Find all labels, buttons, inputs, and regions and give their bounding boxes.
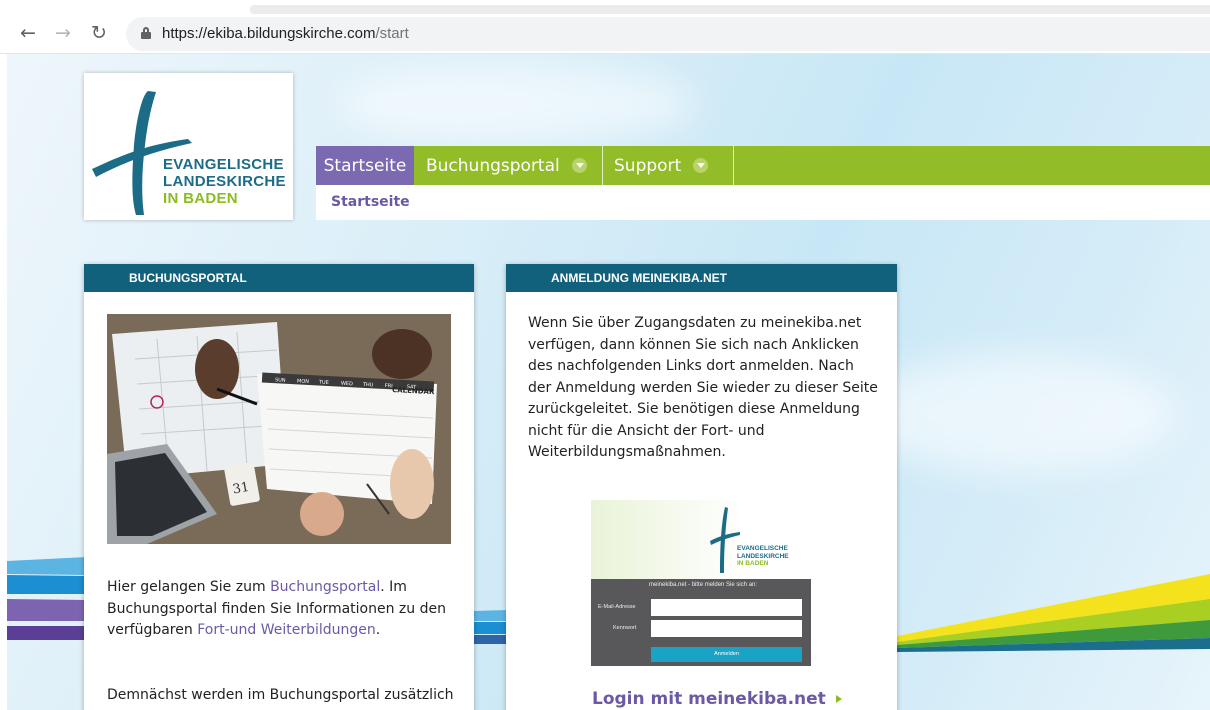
chevron-down-icon	[571, 158, 587, 173]
buchungsportal-link[interactable]: Buchungsportal	[270, 579, 380, 595]
buchungsportal-description: Hier gelangen Sie zum Buchungsportal. Im…	[107, 579, 446, 638]
tab-strip	[250, 5, 1210, 14]
login-link[interactable]: Login mit meinekiba.net	[592, 689, 842, 709]
desk-calendar-day: 31	[232, 480, 251, 498]
login-preview-image[interactable]: EVANGELISCHE LANDESKIRCHE IN BADEN meine…	[591, 500, 811, 666]
site-logo[interactable]: EVANGELISCHE LANDESKIRCHE IN BADEN	[84, 73, 293, 220]
preview-prompt: meinekiba.net - bitte melden Sie sich an…	[649, 582, 758, 588]
calendar-photo: CALENDAR SUN MON TUE WED THU FRI SAT 31	[107, 314, 451, 544]
preview-login-form: meinekiba.net - bitte melden Sie sich an…	[591, 579, 811, 666]
url-text[interactable]: https://ekiba.bildungskirche.com/start	[162, 25, 409, 42]
main-navigation: Startseite Buchungsportal Support	[316, 146, 1210, 185]
nav-item-buchungsportal[interactable]: Buchungsportal	[414, 146, 603, 185]
preview-login-button: Anmelden	[651, 647, 802, 662]
anmeldung-card: ANMELDUNG MEINEKIBA.NET Wenn Sie über Zu…	[506, 264, 897, 710]
breadcrumb-bar: Startseite	[316, 185, 1210, 220]
forward-arrow-icon[interactable]: →	[55, 22, 71, 44]
address-bar[interactable]: https://ekiba.bildungskirche.com/start	[126, 17, 1210, 51]
page-content: EVANGELISCHE LANDESKIRCHE IN BADEN Start…	[7, 54, 1210, 710]
back-arrow-icon[interactable]: ←	[20, 22, 36, 44]
svg-text:TUE: TUE	[318, 379, 329, 386]
svg-text:WED: WED	[341, 381, 353, 388]
nav-item-startseite[interactable]: Startseite	[316, 146, 414, 185]
preview-header	[591, 500, 811, 580]
svg-text:FRI: FRI	[385, 383, 393, 389]
svg-text:SAT: SAT	[407, 384, 418, 391]
svg-text:SUN: SUN	[275, 377, 286, 384]
browser-toolbar: ← → ↻ https://ekiba.bildungskirche.com/s…	[0, 0, 1210, 54]
lock-icon	[141, 27, 151, 39]
svg-text:THU: THU	[362, 382, 374, 389]
preview-password-field	[651, 620, 802, 637]
preview-email-label: E-Mail-Adresse	[598, 604, 636, 610]
anmeldung-description: Wenn Sie über Zugangsdaten zu meinekiba.…	[528, 315, 878, 460]
card-title: ANMELDUNG MEINEKIBA.NET	[506, 264, 897, 292]
chevron-down-icon	[693, 158, 709, 173]
nav-item-label: Support	[614, 155, 682, 176]
nav-item-support[interactable]: Support	[603, 146, 734, 185]
card-title: BUCHUNGSPORTAL	[84, 264, 474, 292]
preview-email-field	[651, 599, 802, 616]
nav-item-label: Buchungsportal	[426, 155, 560, 176]
arrow-right-icon	[835, 695, 842, 703]
breadcrumb[interactable]: Startseite	[331, 194, 410, 210]
preview-password-label: Kennwort	[613, 625, 637, 631]
preview-logo-text: EVANGELISCHE LANDESKIRCHE IN BADEN	[737, 545, 789, 567]
nav-item-label: Startseite	[323, 155, 407, 176]
weiterbildungen-link[interactable]: Fort-und Weiterbildungen	[197, 622, 376, 638]
buchungsportal-note: Demnächst werden im Buchungsportal zusät…	[107, 687, 454, 703]
logo-wordmark: EVANGELISCHE LANDESKIRCHE IN BADEN	[163, 156, 286, 207]
reload-icon[interactable]: ↻	[91, 22, 107, 44]
buchungsportal-card: BUCHUNGSPORTAL CALENDAR SUN MON TUE WED …	[84, 264, 474, 710]
login-link-label: Login mit meinekiba.net	[592, 689, 826, 709]
svg-text:MON: MON	[297, 378, 310, 385]
